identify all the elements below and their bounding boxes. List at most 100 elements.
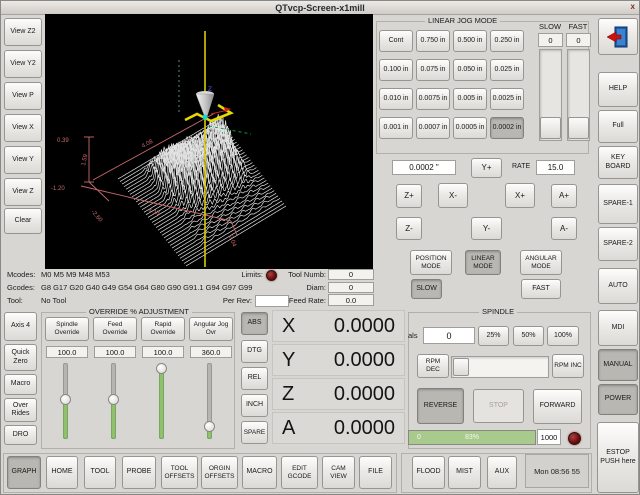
dtg-button[interactable]: DTG: [241, 340, 268, 363]
feed-override-slider-fill: [111, 402, 116, 439]
jog-slow-button[interactable]: SLOW: [411, 279, 442, 299]
view-z-button[interactable]: View Z: [4, 178, 42, 206]
close-icon[interactable]: x: [631, 2, 635, 11]
jog-y-minus-button[interactable]: Y-: [471, 217, 502, 240]
dro-panel-button[interactable]: DRO: [4, 425, 37, 445]
jog-inc-0100-button[interactable]: 0.100 in: [379, 59, 413, 81]
jog-inc-0075-button[interactable]: 0.075 in: [416, 59, 450, 81]
rpm-slider-handle[interactable]: [453, 358, 469, 376]
tab-edit-gcode[interactable]: EDIT GCODE: [281, 456, 318, 489]
abs-button[interactable]: ABS: [241, 312, 268, 335]
spindle-override-slider-handle[interactable]: [60, 394, 71, 405]
tab-cam-view[interactable]: CAM VIEW: [322, 456, 355, 489]
rapid-override-slider-handle[interactable]: [156, 363, 167, 374]
spare2-button[interactable]: SPARE-2: [598, 227, 638, 261]
tab-tool[interactable]: TOOL: [84, 456, 116, 489]
jog-inc-0025-button[interactable]: 0.025 in: [490, 59, 524, 81]
tab-macro[interactable]: MACRO: [242, 456, 277, 489]
jog-z-minus-button[interactable]: Z-: [396, 217, 422, 240]
mdi-button[interactable]: MDI: [598, 310, 638, 346]
spare-button[interactable]: SPARE: [241, 421, 268, 444]
spindle-reverse-button[interactable]: REVERSE: [417, 388, 464, 424]
mist-button[interactable]: MIST: [448, 456, 481, 489]
jog-a-plus-button[interactable]: A+: [551, 184, 577, 208]
rel-button[interactable]: REL: [241, 367, 268, 390]
jog-inc-0750-button[interactable]: 0.750 in: [416, 30, 450, 52]
spindle-100pct-button[interactable]: 100%: [547, 326, 579, 346]
clear-button[interactable]: Clear: [4, 208, 42, 234]
jog-inc-0250-button[interactable]: 0.250 in: [490, 30, 524, 52]
spindle-max-rpm-field[interactable]: 1000: [537, 429, 561, 445]
jog-inc-0050-button[interactable]: 0.050 in: [453, 59, 487, 81]
jog-y-plus-button[interactable]: Y+: [471, 158, 502, 178]
rpm-dec-button[interactable]: RPM DEC: [417, 354, 449, 378]
titlebar[interactable]: QTvcp-Screen-x1mill x: [1, 1, 639, 15]
gcode-graph-view[interactable]: 0.39 1.59 -1.20 -2.60 4.08 4.13 2.04 Z: [45, 14, 373, 269]
jog-z-plus-button[interactable]: Z+: [396, 184, 422, 208]
spindle-title: SPINDLE: [479, 307, 517, 316]
tab-orgin-offsets[interactable]: ORGIN OFFSETS: [201, 456, 238, 489]
angular-mode-button[interactable]: ANGULAR MODE: [520, 250, 562, 275]
jog-inc-0005-button[interactable]: 0.005 in: [453, 88, 487, 110]
jog-x-minus-button[interactable]: X-: [438, 183, 468, 208]
jog-inc-00025-button[interactable]: 0.0025 in: [490, 88, 524, 110]
jog-inc-0010-button[interactable]: 0.010 in: [379, 88, 413, 110]
tool-numb-label: Tool Numb:: [285, 270, 326, 279]
tab-home[interactable]: HOME: [46, 456, 78, 489]
estop-button[interactable]: ESTOP PUSH here: [597, 422, 639, 493]
jog-inc-cont-button[interactable]: Cont: [379, 30, 413, 52]
full-button[interactable]: Full: [598, 110, 638, 143]
feed-override-slider-handle[interactable]: [108, 394, 119, 405]
spindle-25pct-button[interactable]: 25%: [478, 326, 509, 346]
spare1-button[interactable]: SPARE-1: [598, 184, 638, 224]
tab-graph[interactable]: GRAPH: [7, 456, 41, 489]
aux-button[interactable]: AUX: [487, 456, 517, 489]
view-z2-button[interactable]: View Z2: [4, 18, 42, 46]
spindle-stop-button[interactable]: STOP: [473, 389, 524, 423]
inch-button[interactable]: INCH: [241, 394, 268, 417]
slow-slider-handle[interactable]: [540, 117, 561, 139]
exit-button[interactable]: [598, 18, 638, 55]
flood-button[interactable]: FLOOD: [412, 456, 445, 489]
rapid-override-button[interactable]: Rapid Override: [141, 317, 185, 341]
dro-row-z: Z 0.0000: [272, 378, 405, 410]
jog-inc-00075-button[interactable]: 0.0075 in: [416, 88, 450, 110]
per-rev-value[interactable]: [255, 295, 289, 307]
jog-inc-0001-button[interactable]: 0.001 in: [379, 117, 413, 139]
jog-inc-0500-button[interactable]: 0.500 in: [453, 30, 487, 52]
jog-a-minus-button[interactable]: A-: [551, 217, 577, 240]
spindle-50pct-button[interactable]: 50%: [513, 326, 544, 346]
quick-zero-button[interactable]: Quick Zero: [4, 344, 37, 371]
auto-button[interactable]: AUTO: [598, 268, 638, 304]
view-p-button[interactable]: View P: [4, 82, 42, 110]
limits-label: Limits:: [231, 270, 263, 279]
tab-probe[interactable]: PROBE: [122, 456, 156, 489]
spindle-forward-button[interactable]: FORWARD: [533, 389, 582, 424]
view-y2-button[interactable]: View Y2: [4, 50, 42, 78]
jog-inc-00002-button[interactable]: 0.0002 in: [490, 117, 524, 139]
view-x-button[interactable]: View X: [4, 114, 42, 142]
jog-inc-00007-button[interactable]: 0.0007 in: [416, 117, 450, 139]
spindle-override-button[interactable]: Spindle Override: [45, 317, 89, 341]
jog-inc-00005-button[interactable]: 0.0005 in: [453, 117, 487, 139]
macro-panel-button[interactable]: Macro: [4, 374, 37, 395]
help-button[interactable]: HELP: [598, 72, 638, 107]
tab-tool-offsets[interactable]: TOOL OFFSETS: [161, 456, 198, 489]
angular-jog-override-button[interactable]: Angular Jog Ovr: [189, 317, 233, 341]
linear-mode-button[interactable]: LINEAR MODE: [465, 250, 501, 275]
view-y-button[interactable]: View Y: [4, 146, 42, 174]
rpm-inc-button[interactable]: RPM INC: [552, 354, 584, 378]
position-mode-button[interactable]: POSITION MODE: [410, 250, 452, 275]
axis4-button[interactable]: Axis 4: [4, 312, 37, 341]
keyboard-button[interactable]: KEY BOARD: [598, 146, 638, 179]
jog-fast-button[interactable]: FAST: [521, 279, 561, 299]
jog-x-plus-button[interactable]: X+: [505, 183, 535, 208]
clock-display: Mon 08:56 55: [525, 454, 589, 488]
angular-jog-slider-handle[interactable]: [204, 421, 215, 432]
manual-button[interactable]: MANUAL: [598, 349, 638, 381]
power-button[interactable]: POWER: [598, 384, 638, 415]
tab-file[interactable]: FILE: [359, 456, 392, 489]
feed-override-button[interactable]: Feed Override: [93, 317, 137, 341]
fast-slider-handle[interactable]: [568, 117, 589, 139]
overrides-panel-button[interactable]: Over Rides: [4, 398, 37, 422]
